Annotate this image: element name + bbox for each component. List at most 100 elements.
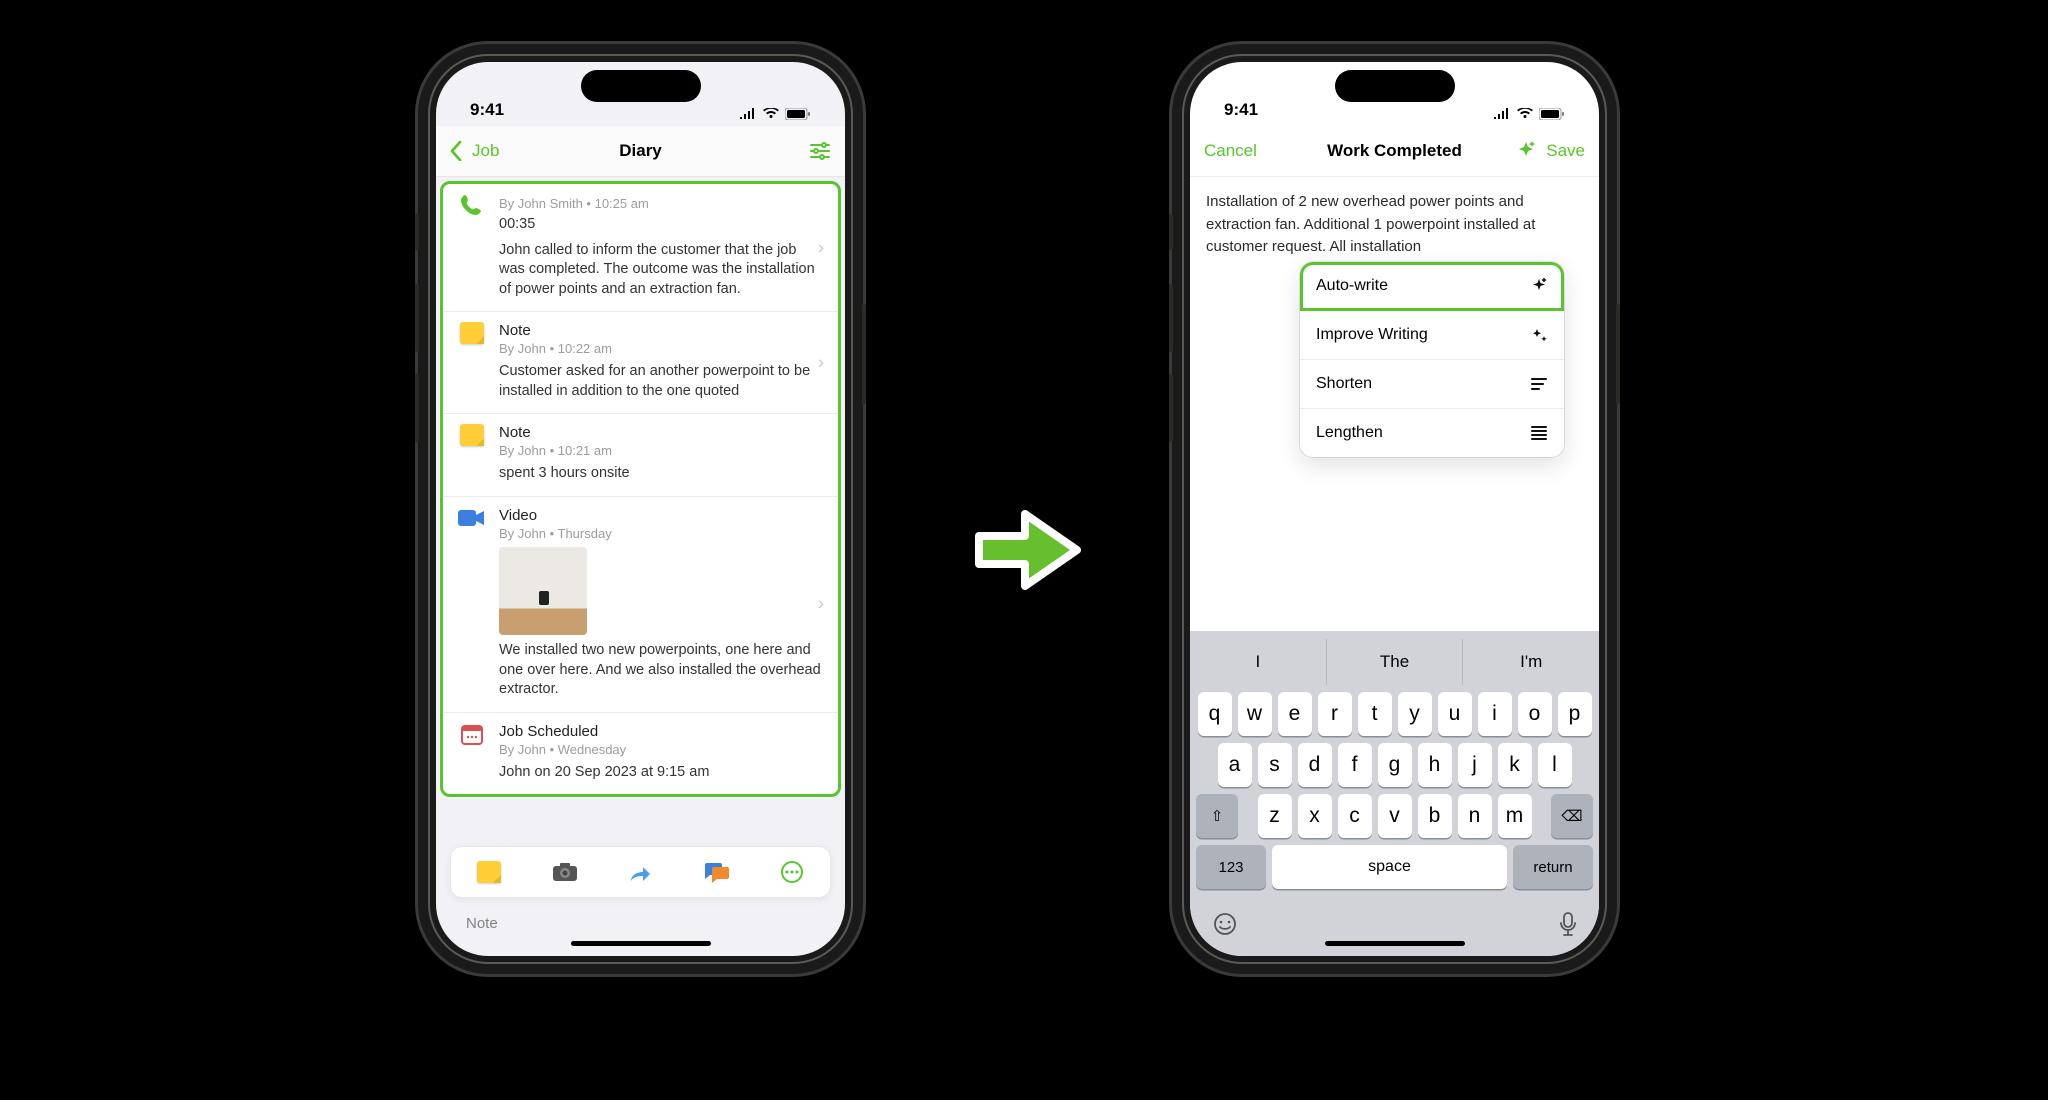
- key-d[interactable]: d: [1298, 743, 1332, 787]
- ios-keyboard[interactable]: I The I'm qwertyuiop asdfghjkl ⇧ zxcvbnm…: [1190, 631, 1599, 956]
- save-button[interactable]: Save: [1546, 141, 1585, 161]
- navbar: Job Diary: [436, 126, 845, 177]
- wifi-icon: [763, 108, 779, 120]
- chevron-left-icon: [450, 141, 462, 161]
- key-a[interactable]: a: [1218, 743, 1252, 787]
- toolbar-chat[interactable]: [701, 859, 731, 885]
- diary-screen: 9:41 Job Diary By John Smit: [436, 62, 845, 956]
- status-indicators: [739, 108, 811, 120]
- toolbar-camera[interactable]: [550, 859, 580, 885]
- key-x[interactable]: x: [1298, 794, 1332, 838]
- return-key[interactable]: return: [1513, 845, 1593, 889]
- home-indicator[interactable]: [1325, 941, 1465, 946]
- key-s[interactable]: s: [1258, 743, 1292, 787]
- key-c[interactable]: c: [1338, 794, 1372, 838]
- key-f[interactable]: f: [1338, 743, 1372, 787]
- sparkle-plus-icon: [1530, 277, 1548, 295]
- sparkle-stars-icon: [1530, 326, 1548, 344]
- call-duration: 00:35: [499, 215, 822, 235]
- back-button[interactable]: Job: [436, 141, 513, 161]
- entry-meta: By John • 10:21 am: [499, 443, 822, 458]
- editor-textarea[interactable]: Installation of 2 new overhead power poi…: [1190, 177, 1599, 273]
- cellular-icon: [1493, 108, 1511, 120]
- key-h[interactable]: h: [1418, 743, 1452, 787]
- prediction[interactable]: I: [1190, 639, 1327, 685]
- menu-label: Auto-write: [1316, 277, 1388, 295]
- next-card-peek: Note: [466, 915, 498, 932]
- emoji-key[interactable]: [1212, 911, 1238, 937]
- chevron-right-icon: ›: [818, 594, 824, 615]
- diary-entry-video[interactable]: Video By John • Thursday We installed tw…: [443, 497, 838, 713]
- diary-entry-note[interactable]: Note By John • 10:22 am Customer asked f…: [443, 312, 838, 414]
- delete-key[interactable]: ⌫: [1551, 794, 1593, 838]
- menu-label: Lengthen: [1316, 424, 1383, 442]
- entry-title: Job Scheduled: [499, 723, 822, 740]
- video-thumbnail[interactable]: [499, 547, 587, 635]
- key-u[interactable]: u: [1438, 692, 1472, 736]
- key-z[interactable]: z: [1258, 794, 1292, 838]
- key-o[interactable]: o: [1518, 692, 1552, 736]
- key-v[interactable]: v: [1378, 794, 1412, 838]
- menu-auto-write[interactable]: Auto-write: [1300, 262, 1564, 311]
- key-g[interactable]: g: [1378, 743, 1412, 787]
- status-indicators: [1493, 108, 1565, 120]
- key-t[interactable]: t: [1358, 692, 1392, 736]
- diary-toolbar: [450, 846, 831, 898]
- key-w[interactable]: w: [1238, 692, 1272, 736]
- key-m[interactable]: m: [1498, 794, 1532, 838]
- chevron-right-icon: ›: [818, 352, 824, 373]
- key-n[interactable]: n: [1458, 794, 1492, 838]
- space-key[interactable]: space: [1272, 845, 1507, 889]
- filter-icon[interactable]: [809, 142, 831, 160]
- shift-key[interactable]: ⇧: [1196, 794, 1238, 838]
- clock: 9:41: [470, 100, 504, 120]
- diary-entry-scheduled[interactable]: Job Scheduled By John • Wednesday John o…: [443, 713, 838, 795]
- key-e[interactable]: e: [1278, 692, 1312, 736]
- navbar: Cancel Work Completed Save: [1190, 126, 1599, 177]
- key-k[interactable]: k: [1498, 743, 1532, 787]
- key-j[interactable]: j: [1458, 743, 1492, 787]
- prediction-bar: I The I'm: [1190, 639, 1599, 685]
- clock: 9:41: [1224, 100, 1258, 120]
- toolbar-note[interactable]: [474, 859, 504, 885]
- numbers-key[interactable]: 123: [1196, 845, 1266, 889]
- chevron-right-icon: ›: [818, 237, 824, 258]
- entry-meta: By John • Wednesday: [499, 742, 822, 757]
- dynamic-island: [581, 70, 701, 102]
- key-q[interactable]: q: [1198, 692, 1232, 736]
- key-y[interactable]: y: [1398, 692, 1432, 736]
- cellular-icon: [739, 108, 757, 120]
- entry-body: spent 3 hours onsite: [499, 464, 822, 484]
- key-l[interactable]: l: [1538, 743, 1572, 787]
- home-indicator[interactable]: [571, 941, 711, 946]
- menu-lengthen[interactable]: Lengthen: [1300, 409, 1564, 457]
- toolbar-more[interactable]: [777, 859, 807, 885]
- key-i[interactable]: i: [1478, 692, 1512, 736]
- diary-entry-call[interactable]: By John Smith • 10:25 am 00:35 John call…: [443, 184, 838, 312]
- calendar-icon: [457, 721, 487, 747]
- menu-improve-writing[interactable]: Improve Writing: [1300, 311, 1564, 360]
- entry-meta: By John • Thursday: [499, 526, 822, 541]
- diary-entries-highlight: By John Smith • 10:25 am 00:35 John call…: [440, 181, 841, 797]
- sparkle-icon[interactable]: [1516, 141, 1536, 161]
- dictation-key[interactable]: [1559, 911, 1577, 937]
- dynamic-island: [1335, 70, 1455, 102]
- menu-shorten[interactable]: Shorten: [1300, 360, 1564, 409]
- prediction[interactable]: I'm: [1463, 639, 1599, 685]
- key-r[interactable]: r: [1318, 692, 1352, 736]
- prediction[interactable]: The: [1327, 639, 1464, 685]
- entry-title: Video: [499, 507, 822, 524]
- note-icon: [457, 422, 487, 448]
- back-label: Job: [472, 141, 499, 161]
- menu-label: Improve Writing: [1316, 326, 1428, 344]
- phone-diary: 9:41 Job Diary By John Smit: [418, 44, 863, 974]
- wifi-icon: [1517, 108, 1533, 120]
- cancel-button[interactable]: Cancel: [1190, 141, 1271, 161]
- diary-entry-note[interactable]: Note By John • 10:21 am spent 3 hours on…: [443, 414, 838, 497]
- toolbar-share[interactable]: [625, 859, 655, 885]
- menu-label: Shorten: [1316, 375, 1372, 393]
- key-p[interactable]: p: [1558, 692, 1592, 736]
- key-b[interactable]: b: [1418, 794, 1452, 838]
- ai-actions-menu: Auto-write Improve Writing Shorten Lengt…: [1300, 262, 1564, 457]
- battery-icon: [1539, 108, 1565, 120]
